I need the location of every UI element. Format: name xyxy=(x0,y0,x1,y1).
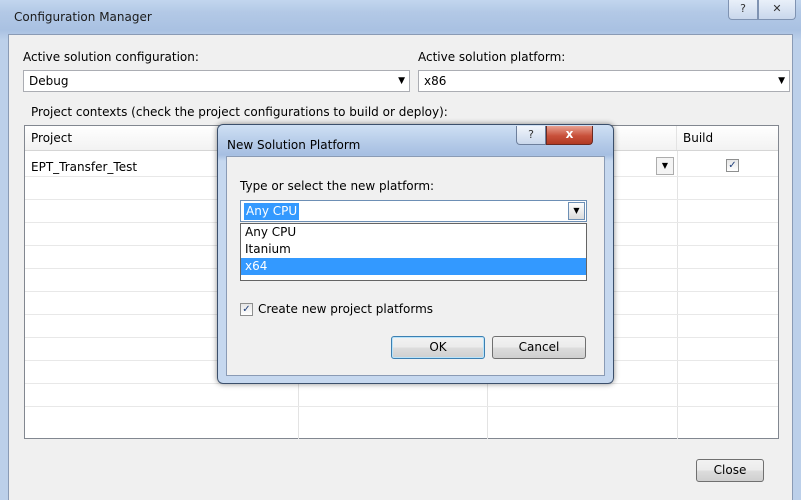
dialog-client-area: Type or select the new platform: Any CPU… xyxy=(226,156,605,376)
window-title: Configuration Manager xyxy=(14,10,152,24)
active-platform-value: x86 xyxy=(424,74,447,88)
window-close-button[interactable]: ✕ xyxy=(758,0,796,20)
dialog-close-button[interactable]: x xyxy=(546,126,593,145)
dialog-title: New Solution Platform xyxy=(227,138,361,152)
ok-button[interactable]: OK xyxy=(391,336,485,359)
active-config-combo[interactable]: Debug ▼ xyxy=(23,70,410,92)
dialog-help-button[interactable]: ? xyxy=(516,126,546,145)
active-config-value: Debug xyxy=(29,74,69,88)
create-project-platforms-checkbox[interactable]: ✓ xyxy=(240,303,253,316)
checkmark-icon: ✓ xyxy=(728,160,737,171)
platform-input-value[interactable]: Any CPU xyxy=(244,203,300,220)
platform-dropdown-button[interactable]: ▼ xyxy=(568,202,585,220)
column-header-build[interactable]: Build xyxy=(677,126,779,150)
project-contexts-label: Project contexts (check the project conf… xyxy=(31,105,448,119)
help-icon: ? xyxy=(740,2,746,15)
active-platform-combo[interactable]: x86 ▼ xyxy=(418,70,790,92)
checkmark-icon: ✓ xyxy=(242,304,251,315)
help-button[interactable]: ? xyxy=(728,0,758,20)
grid-divider xyxy=(677,151,678,439)
close-icon: ✕ xyxy=(772,2,782,15)
platform-option-itanium[interactable]: Itanium xyxy=(241,241,586,258)
platform-prompt-label: Type or select the new platform: xyxy=(240,179,435,193)
project-name-cell[interactable]: EPT_Transfer_Test xyxy=(31,159,137,175)
active-platform-label: Active solution platform: xyxy=(418,50,566,64)
platform-option-any-cpu[interactable]: Any CPU xyxy=(241,224,586,241)
help-icon: ? xyxy=(528,128,534,141)
platform-combo-input[interactable]: Any CPU ▼ xyxy=(240,200,587,222)
grid-row-line xyxy=(25,406,778,407)
platform-dropdown-button[interactable]: ▼ xyxy=(656,157,674,175)
build-checkbox[interactable]: ✓ xyxy=(726,159,739,172)
chevron-down-icon: ▼ xyxy=(778,76,785,86)
chevron-down-icon: ▼ xyxy=(661,161,669,170)
chevron-down-icon: ▼ xyxy=(573,206,580,215)
cancel-button[interactable]: Cancel xyxy=(492,336,586,359)
close-button[interactable]: Close xyxy=(696,459,764,482)
chevron-down-icon: ▼ xyxy=(398,76,405,86)
active-config-label: Active solution configuration: xyxy=(23,50,199,64)
new-solution-platform-dialog: New Solution Platform ? x Type or select… xyxy=(217,124,614,384)
close-icon: x xyxy=(565,127,574,141)
create-project-platforms-label: Create new project platforms xyxy=(258,302,434,316)
platform-option-x64[interactable]: x64 xyxy=(241,258,586,275)
platform-options-list: Any CPU Itanium x64 xyxy=(240,223,587,281)
